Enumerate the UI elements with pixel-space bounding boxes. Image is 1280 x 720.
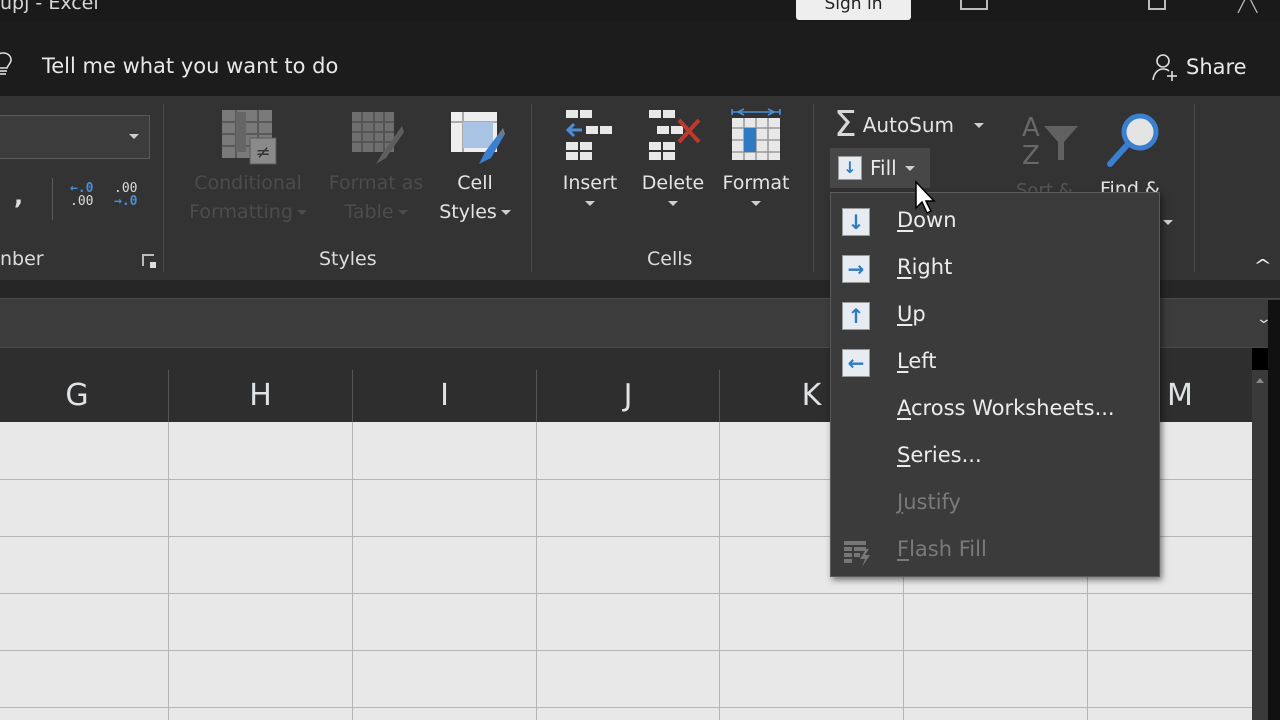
conditional-formatting-line1: Conditional [194, 172, 302, 194]
gridline [0, 650, 1252, 651]
menu-item-right[interactable]: → Right [831, 247, 1159, 291]
tell-me-search-input[interactable]: Tell me what you want to do [42, 54, 338, 78]
menu-item-down[interactable]: ↓ Down [831, 200, 1159, 244]
sign-in-button[interactable]: Sign in [796, 0, 911, 20]
number-dialog-launcher-icon[interactable] [142, 254, 156, 268]
cell-styles-button[interactable]: Cell Styles [432, 108, 518, 228]
gridline [352, 422, 353, 720]
delete-cells-icon [649, 110, 701, 160]
svg-text:A: A [1022, 113, 1040, 143]
format-as-table-icon [352, 112, 404, 164]
format-as-table-line2: Table [344, 201, 394, 223]
cell-styles-line1: Cell [457, 172, 493, 194]
format-as-table-button[interactable]: Format as Table [322, 108, 430, 228]
increase-decimal-button[interactable]: ←.0 .00 [70, 182, 104, 216]
delete-label: Delete [641, 172, 705, 194]
cell-styles-line2: Styles [439, 201, 497, 223]
menu-item-justify[interactable]: Justify [831, 482, 1159, 526]
gridline [0, 707, 1252, 708]
group-divider [531, 104, 532, 272]
share-button[interactable]: Share [1150, 52, 1247, 82]
column-header-j[interactable]: J [537, 370, 720, 422]
format-button[interactable]: Format [716, 108, 796, 206]
close-icon[interactable]: ╱╲ [1238, 0, 1258, 12]
window-edge [1268, 300, 1280, 720]
svg-text:Z: Z [1022, 141, 1040, 171]
decrease-decimal-bottom: →.0 [114, 194, 138, 209]
sigma-icon: Σ [834, 104, 857, 145]
person-add-icon [1152, 54, 1177, 81]
insert-cells-icon [565, 110, 612, 160]
share-label: Share [1186, 55, 1247, 79]
flash-fill-icon [844, 541, 870, 567]
format-label: Format [722, 172, 790, 194]
cell-styles-icon [451, 112, 505, 164]
group-divider [1194, 104, 1195, 272]
fill-up-icon: ↑ [842, 302, 870, 330]
group-divider [813, 104, 814, 272]
fill-left-icon: ← [842, 349, 870, 377]
column-header-h[interactable]: H [169, 370, 353, 422]
magnifier-icon[interactable] [1100, 110, 1170, 170]
chevron-down-icon [668, 201, 678, 206]
gridline [536, 422, 537, 720]
chevron-down-icon [129, 134, 139, 139]
menu-item-across-worksheets[interactable]: Across Worksheets... [831, 388, 1159, 432]
lightbulb-icon [0, 52, 12, 75]
conditional-formatting-line2: Formatting [189, 201, 293, 223]
chevron-down-icon [1163, 220, 1173, 225]
conditional-formatting-button[interactable]: ≠ Conditional Formatting [184, 108, 312, 228]
autosum-label: AutoSum [862, 113, 955, 137]
fill-right-icon: → [842, 255, 870, 283]
tell-me-bar: Tell me what you want to do Share [0, 22, 1280, 96]
comma-style-button[interactable]: , [14, 182, 23, 210]
styles-group-label: Styles [319, 248, 377, 270]
fill-button[interactable]: ↓ Fill [830, 148, 930, 188]
chevron-down-icon [904, 165, 915, 171]
decrease-decimal-button[interactable]: .00 →.0 [114, 182, 148, 216]
menu-item-up[interactable]: ↑ Up [831, 294, 1159, 338]
vertical-scrollbar[interactable] [1252, 370, 1268, 720]
number-group-label: nber [0, 248, 44, 270]
conditional-formatting-icon: ≠ [222, 110, 277, 165]
format-as-table-line1: Format as [328, 172, 424, 194]
chevron-down-icon [296, 210, 307, 215]
menu-item-left[interactable]: ← Left [831, 341, 1159, 385]
title-bar: upj - Excel Sign in ╱╲ [0, 0, 1280, 22]
insert-button[interactable]: Insert [556, 108, 624, 206]
insert-label: Insert [562, 172, 618, 194]
autosum-button[interactable]: Σ AutoSum [834, 104, 985, 145]
column-header-g[interactable]: G [0, 370, 169, 422]
gridline [168, 422, 169, 720]
fill-down-icon: ↓ [842, 208, 870, 236]
group-divider [163, 104, 164, 272]
cells-group-label: Cells [647, 248, 693, 270]
ribbon-display-options-icon[interactable] [960, 0, 988, 10]
scroll-up-icon[interactable] [1256, 378, 1264, 383]
menu-item-series[interactable]: Series... [831, 435, 1159, 479]
chevron-down-icon [751, 201, 761, 206]
menu-item-flash-fill[interactable]: Flash Fill [831, 529, 1159, 573]
svg-text:≠: ≠ [255, 142, 270, 163]
chevron-down-icon [500, 210, 511, 215]
fill-dropdown-menu: ↓ Down → Right ↑ Up ← Left Across Worksh… [830, 192, 1160, 577]
restore-icon[interactable] [1148, 0, 1166, 10]
chevron-down-icon [397, 210, 408, 215]
sort-filter-icon[interactable]: A Z [1018, 112, 1082, 172]
chevron-down-icon [974, 122, 985, 128]
gridline [719, 422, 720, 720]
chevron-down-icon [585, 201, 595, 206]
column-header-i[interactable]: I [353, 370, 537, 422]
fill-label: Fill [870, 156, 897, 180]
collapse-ribbon-icon[interactable]: ^ [1253, 256, 1272, 275]
increase-decimal-bottom: .00 [70, 194, 94, 209]
divider [52, 178, 53, 220]
window-title: upj - Excel [0, 0, 99, 14]
number-format-dropdown[interactable] [0, 115, 150, 159]
fill-down-icon: ↓ [838, 156, 862, 180]
format-cells-icon [731, 108, 781, 160]
gridline [0, 593, 1252, 594]
delete-button[interactable]: Delete [638, 108, 708, 206]
